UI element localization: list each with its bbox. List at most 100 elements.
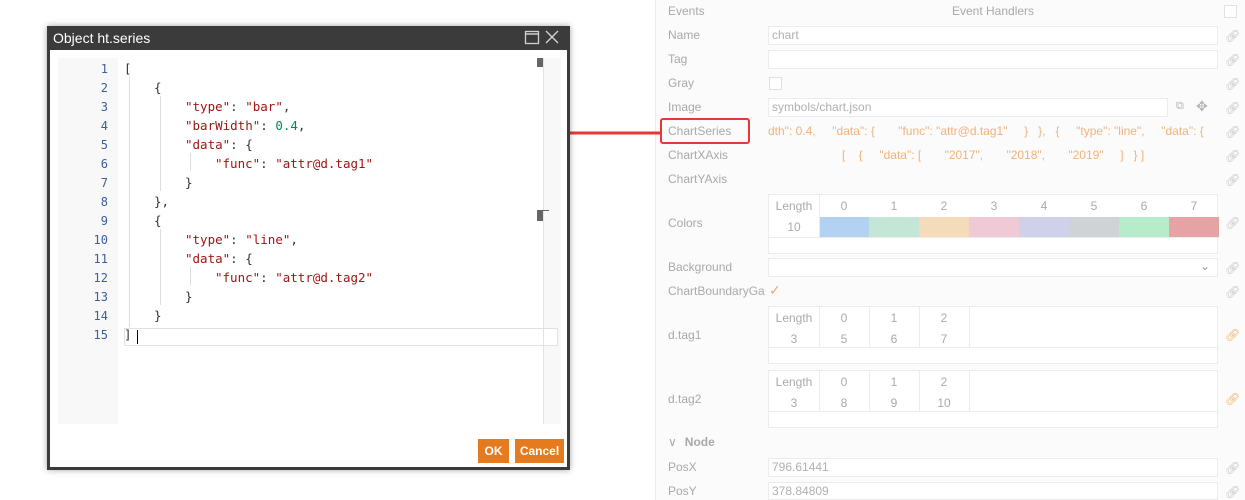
image-row: Image symbols/chart.json ⧉ ✥ 🔗︎ [656,98,1245,120]
color-swatch[interactable] [969,217,1019,237]
colors-length-value[interactable]: 10 [769,220,819,234]
grid-divider [869,371,870,411]
move-icon[interactable]: ✥ [1196,98,1208,115]
code-line[interactable]: "barWidth": 0.4, [124,118,305,133]
tag1-value[interactable]: 7 [919,332,969,346]
chart-boundary-label: ChartBoundaryGa [668,284,765,298]
image-link-icon[interactable]: 🔗︎ [1225,101,1240,115]
chart-series-link-icon[interactable]: 🔗︎ [1225,125,1240,139]
scroll-marker [537,210,543,221]
posy-field[interactable]: 378.84809 [768,482,1218,500]
code-line[interactable]: "func": "attr@d.tag2" [124,270,373,285]
colors-link-icon[interactable]: 🔗︎ [1225,216,1240,230]
maximize-icon[interactable] [524,30,540,45]
background-link-icon[interactable]: 🔗︎ [1225,261,1240,275]
tag1-value[interactable]: 6 [869,332,919,346]
chart-xaxis-link-icon[interactable]: 🔗︎ [1225,149,1240,163]
color-swatch[interactable] [1119,217,1169,237]
code-line[interactable]: }, [124,194,169,209]
posy-link-icon[interactable]: 🔗︎ [1225,485,1240,499]
tag2-value[interactable]: 8 [819,396,869,410]
code-token: }, [154,194,170,209]
color-index: 4 [1040,199,1048,213]
color-swatch[interactable] [869,217,919,237]
code-line[interactable]: "type": "line", [124,232,298,247]
code-line[interactable]: [ [124,61,132,76]
background-select[interactable] [768,258,1218,277]
color-swatch[interactable] [819,217,869,237]
code-editor[interactable]: 1 2 3 4 5 6 7 8 9 10 11 12 13 14 15 [{… [58,58,561,424]
ok-button[interactable]: OK [478,439,509,463]
line-number: 9 [100,214,108,228]
tag-field[interactable] [768,50,1218,69]
events-row: Events Event Handlers [656,4,1245,24]
posx-row: PosX 796.61441 🔗︎ [656,458,1245,480]
posx-link-icon[interactable]: 🔗︎ [1225,461,1240,475]
code-line[interactable]: } [124,289,193,304]
image-field[interactable]: symbols/chart.json [768,98,1168,117]
code-line[interactable]: "data": { [124,251,253,266]
close-icon[interactable] [544,29,560,45]
node-section[interactable]: ∨ Node [656,435,1245,455]
tag2-value[interactable]: 10 [919,396,969,410]
tag1-header: 2 [940,311,948,325]
tag-link-icon[interactable]: 🔗︎ [1225,53,1240,67]
code-line[interactable]: "func": "attr@d.tag1" [124,156,373,171]
color-swatch[interactable] [1169,217,1219,237]
tag-row: Tag 🔗︎ [656,50,1245,72]
code-line[interactable]: } [124,308,162,323]
check-icon[interactable]: ✓ [769,282,781,299]
image-picker-icon[interactable]: ⧉ [1176,100,1184,113]
chart-xaxis-row: ChartXAxis [ { "data": [ "2017", "2018",… [656,146,1245,168]
tag1-link-icon[interactable]: 🔗︎ [1225,328,1240,342]
chart-series-value[interactable]: dth": 0.4, "data": { "func": "attr@d.tag… [768,124,1204,138]
tag2-value[interactable]: 3 [769,396,819,410]
tag1-value[interactable]: 5 [819,332,869,346]
code-key: "type" [185,99,231,114]
gray-link-icon[interactable]: 🔗︎ [1225,77,1240,91]
background-label: Background [668,260,733,274]
node-section-label: Node [684,435,715,449]
chart-boundary-link-icon[interactable]: 🔗︎ [1225,285,1240,299]
tag1-value[interactable]: 3 [769,332,819,346]
name-field[interactable]: chart [768,26,1218,45]
editor-scrollbar[interactable] [543,58,544,424]
color-swatch[interactable] [1019,217,1069,237]
colors-length-header: Length [775,199,813,213]
color-swatch[interactable] [1069,217,1119,237]
colors-grid: Length 10 0 1 2 3 4 5 6 7 [768,194,1219,254]
tag2-link-icon[interactable]: 🔗︎ [1225,392,1240,406]
chevron-down-icon[interactable]: ⌄ [1200,259,1210,273]
chart-xaxis-value[interactable]: [ { "data": [ "2017", "2018", "2019" ] }… [842,148,1144,162]
chart-yaxis-link-icon[interactable]: 🔗︎ [1225,173,1240,187]
color-swatch[interactable] [919,217,969,237]
code-line[interactable]: "data": { [124,137,253,152]
chart-xaxis-label: ChartXAxis [668,148,729,162]
code-string: "attr@d.tag1" [275,156,374,171]
cancel-button[interactable]: Cancel [515,439,564,463]
events-checkbox[interactable] [1224,5,1237,18]
tag1-label: d.tag1 [668,328,702,342]
tag2-value[interactable]: 9 [869,396,919,410]
code-line[interactable]: { [124,80,162,95]
dialog-footer: OK Cancel [50,431,567,467]
node-section-header[interactable]: ∨ Node [668,435,715,449]
code-line[interactable]: ] [124,327,132,342]
line-number: 4 [100,119,108,133]
code-line[interactable]: } [124,175,193,190]
tag2-header: 0 [840,375,848,389]
tag2-header: 2 [940,375,948,389]
code-token: [ [124,61,132,76]
code-number: 0.4 [275,118,298,133]
code-line[interactable]: "type": "bar", [124,99,290,114]
grid-divider [819,371,820,411]
code-line[interactable]: { [124,213,162,228]
name-link-icon[interactable]: 🔗︎ [1225,29,1240,43]
color-index: 7 [1190,199,1198,213]
grid-divider [769,347,1219,348]
tag1-row: d.tag1 Length 0 1 2 3 5 6 7 🔗︎ [656,306,1245,366]
gray-checkbox[interactable] [769,77,782,90]
posx-field[interactable]: 796.61441 [768,458,1218,477]
line-number: 13 [93,290,108,304]
code-string: "line" [245,232,291,247]
